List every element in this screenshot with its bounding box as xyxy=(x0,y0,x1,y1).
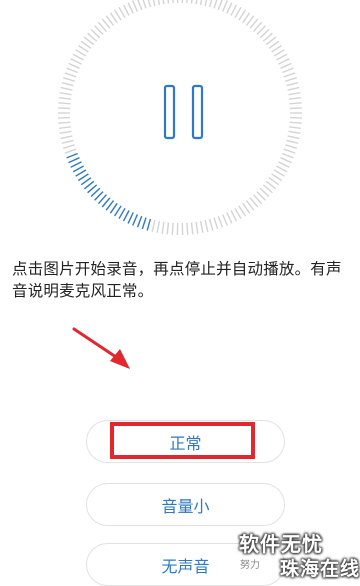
pointer-arrow-icon xyxy=(70,325,140,373)
instruction-text: 点击图片开始录音，再点停止并自动播放。有声音说明麦克风正常。 xyxy=(12,258,350,302)
low-volume-button[interactable]: 音量小 xyxy=(86,483,285,526)
dial-tick-ring xyxy=(58,0,302,235)
record-dial[interactable] xyxy=(0,0,360,240)
watermark-small: 努力 xyxy=(240,556,260,571)
watermark-line2: 珠海在线 xyxy=(280,554,360,581)
watermark-line1: 软件无忧 xyxy=(239,528,323,557)
highlight-box xyxy=(110,422,255,459)
pause-icon xyxy=(165,86,202,138)
